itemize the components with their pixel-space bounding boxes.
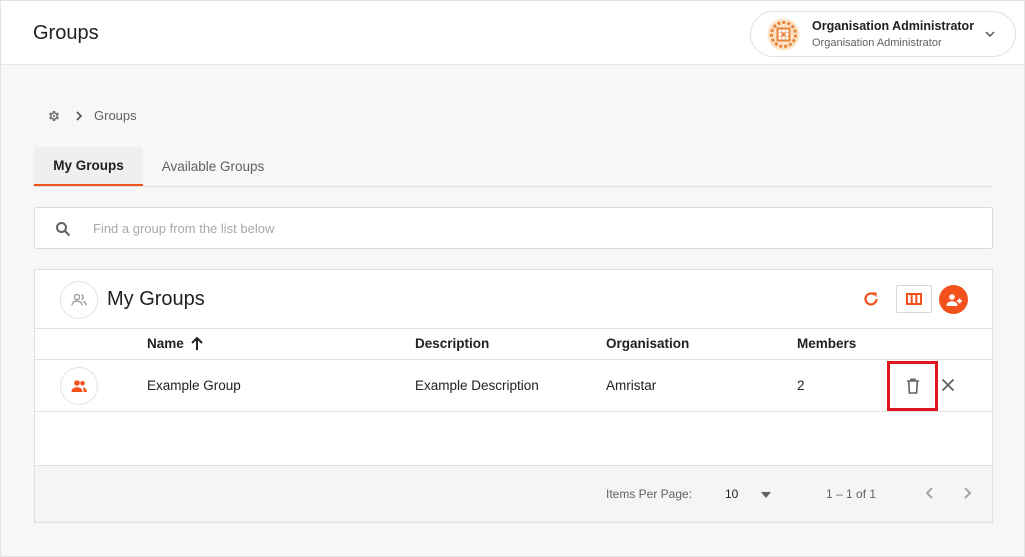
trash-icon <box>906 378 919 394</box>
sort-ascending-icon[interactable] <box>190 336 204 351</box>
search-input[interactable] <box>93 218 973 238</box>
gear-icon[interactable] <box>47 109 61 123</box>
search-icon <box>56 222 71 237</box>
cell-description: Example Description <box>415 378 539 393</box>
panel-title: My Groups <box>107 288 205 310</box>
app-header: Groups Organisation Administrator Organi… <box>1 1 1024 65</box>
page-title: Groups <box>33 22 99 44</box>
table-row[interactable]: Example Group Example Description Amrist… <box>35 360 992 412</box>
column-header-description[interactable]: Description <box>415 336 489 351</box>
refresh-icon[interactable] <box>861 289 881 309</box>
user-menu[interactable]: Organisation Administrator Organisation … <box>750 11 1016 57</box>
column-header-name[interactable]: Name <box>147 336 184 351</box>
items-per-page-select[interactable]: 10 <box>725 487 738 501</box>
tab-bar: My Groups Available Groups <box>34 147 993 187</box>
items-per-page-label: Items Per Page: <box>606 487 693 501</box>
row-group-icon-wrap <box>60 367 98 405</box>
my-groups-panel: My Groups Name Description Organisation … <box>34 269 993 523</box>
chevron-right-icon[interactable] <box>959 485 975 501</box>
chevron-left-icon[interactable] <box>922 485 938 501</box>
group-icon <box>71 293 87 306</box>
close-icon[interactable] <box>940 377 956 393</box>
organisation-logo-icon <box>767 18 800 51</box>
cell-members: 2 <box>797 378 805 393</box>
user-role: Organisation Administrator <box>812 37 942 49</box>
chevron-right-icon <box>76 111 83 121</box>
paginator: Items Per Page: 10 1 – 1 of 1 <box>35 465 992 522</box>
cell-name: Example Group <box>147 378 241 393</box>
user-name: Organisation Administrator <box>812 19 975 33</box>
breadcrumb-current: Groups <box>94 108 137 123</box>
caret-down-icon[interactable] <box>761 492 771 498</box>
tab-available-groups[interactable]: Available Groups <box>144 147 282 186</box>
column-header-organisation[interactable]: Organisation <box>606 336 689 351</box>
table-header: Name Description Organisation Members <box>35 328 992 360</box>
columns-icon <box>906 293 922 305</box>
pagination-range: 1 – 1 of 1 <box>826 487 877 501</box>
add-group-button[interactable] <box>939 285 968 314</box>
group-icon <box>71 380 87 392</box>
delete-button[interactable] <box>887 361 938 411</box>
search-bar <box>34 207 993 249</box>
panel-group-icon-wrap <box>60 281 98 319</box>
column-header-members[interactable]: Members <box>797 336 856 351</box>
cell-organisation: Amristar <box>606 378 657 393</box>
chevron-down-icon <box>985 31 995 38</box>
tab-my-groups[interactable]: My Groups <box>34 147 143 186</box>
columns-button[interactable] <box>896 285 932 313</box>
add-group-icon <box>946 293 962 306</box>
